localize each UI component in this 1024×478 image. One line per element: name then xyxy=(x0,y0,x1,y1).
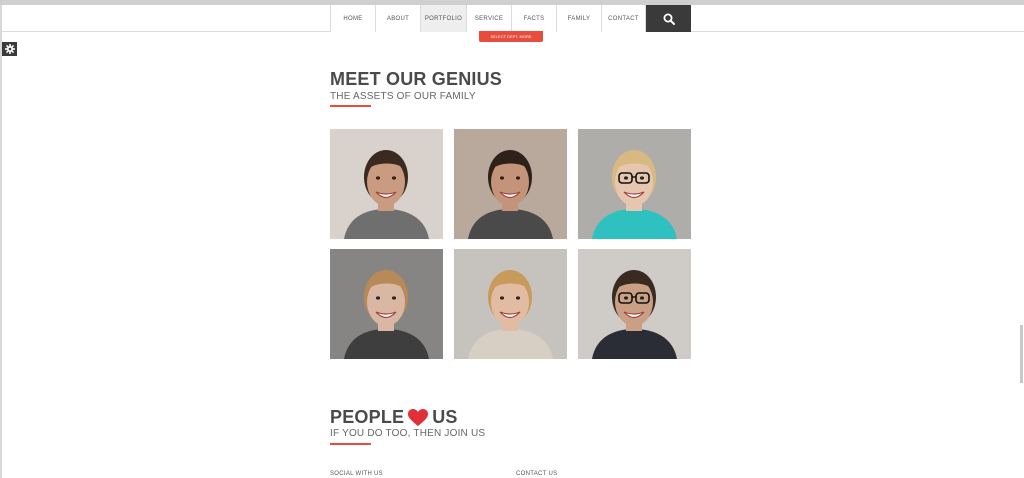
people-title-left: PEOPLE xyxy=(330,407,405,427)
team-title-underline xyxy=(330,105,371,107)
nav-item-service[interactable]: SERVICE xyxy=(466,5,511,32)
left-border xyxy=(0,5,2,478)
team-member-photo[interactable] xyxy=(578,249,691,359)
people-section-title: PEOPLE US xyxy=(330,407,458,428)
nav-item-about[interactable]: ABOUT xyxy=(375,5,420,32)
team-member-photo[interactable] xyxy=(578,129,691,239)
people-title-underline xyxy=(330,443,371,445)
search-icon xyxy=(663,13,675,25)
portrait-image xyxy=(454,129,567,239)
contact-label: CONTACT US xyxy=(516,471,558,477)
team-member-photo[interactable] xyxy=(454,129,567,239)
portrait-image xyxy=(578,129,691,239)
team-member-photo[interactable] xyxy=(330,129,443,239)
portrait-image xyxy=(578,249,691,359)
team-member-photo[interactable] xyxy=(454,249,567,359)
nav-item-portfolio[interactable]: PORTFOLIO xyxy=(420,5,466,32)
nav-item-home[interactable]: HOME xyxy=(330,5,375,32)
main-navigation: HOME ABOUT PORTFOLIO SERVICE FACTS FAMIL… xyxy=(330,5,691,32)
search-button[interactable] xyxy=(646,5,691,32)
people-section-subtitle: IF YOU DO TOO, THEN JOIN US xyxy=(330,428,486,439)
portrait-image xyxy=(330,129,443,239)
gear-icon xyxy=(4,44,15,54)
portrait-image xyxy=(454,249,567,359)
team-member-photo[interactable] xyxy=(330,249,443,359)
scrollbar[interactable] xyxy=(1020,325,1023,383)
team-section-subtitle: THE ASSETS OF OUR FAMILY xyxy=(330,91,476,102)
social-label: SOCIAL WITH US xyxy=(330,471,383,477)
settings-button[interactable] xyxy=(2,42,17,56)
portrait-image xyxy=(330,249,443,359)
people-title-right: US xyxy=(432,407,458,427)
nav-item-facts[interactable]: FACTS xyxy=(511,5,556,32)
nav-item-family[interactable]: FAMILY xyxy=(556,5,601,32)
nav-item-contact[interactable]: CONTACT xyxy=(601,5,646,32)
team-section-title: MEET OUR GENIUS xyxy=(330,69,503,89)
dropdown-button[interactable]: SELECT DEPT. MORE xyxy=(479,31,543,42)
heart-icon xyxy=(408,408,429,426)
